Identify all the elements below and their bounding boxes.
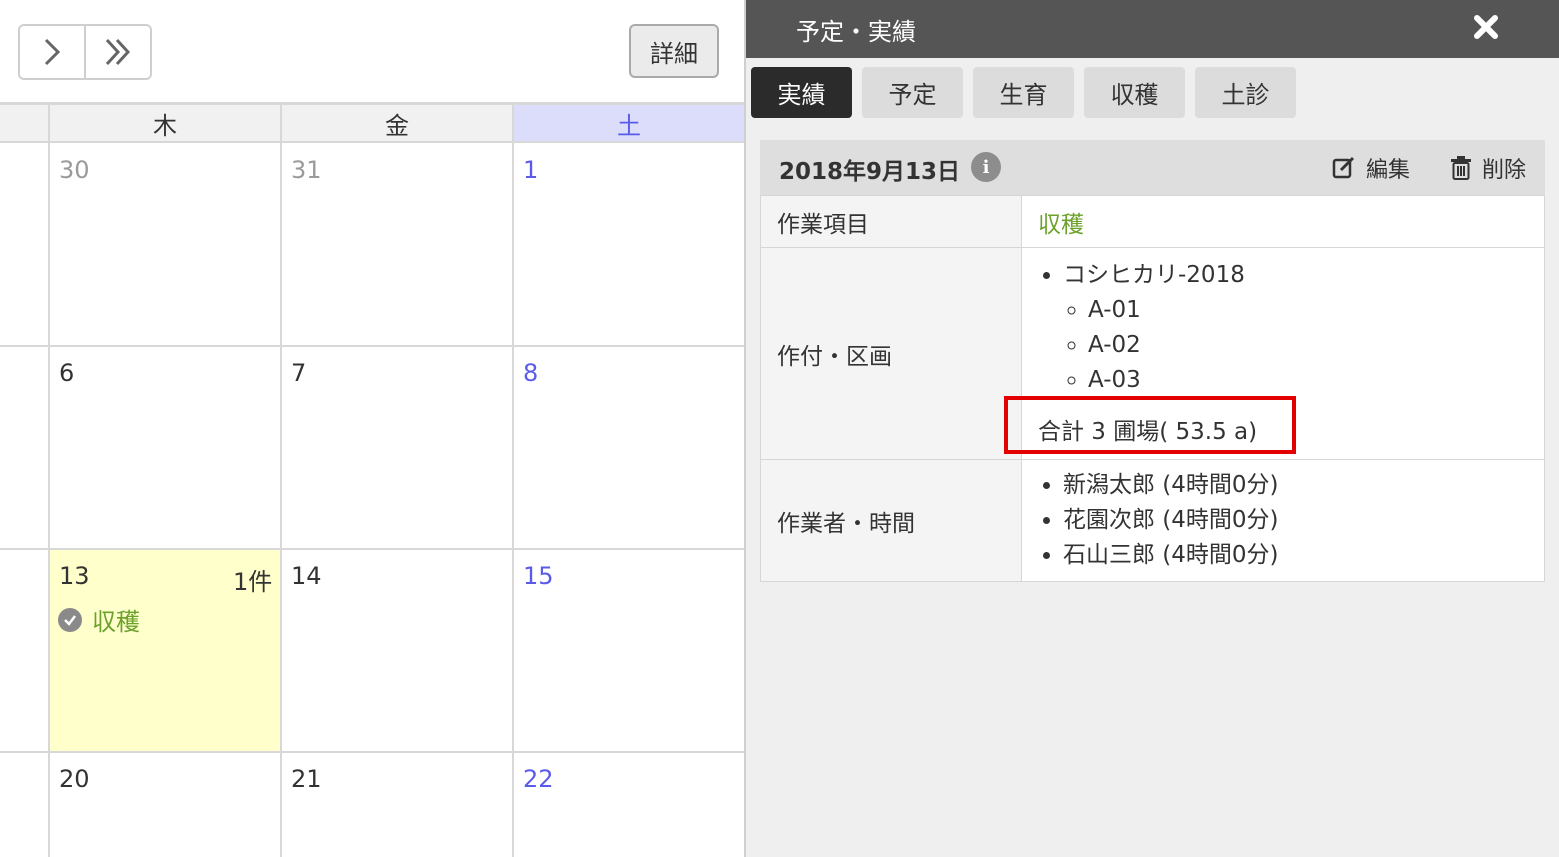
event-label: 収穫 — [92, 608, 140, 636]
delete-button[interactable]: 削除 — [1450, 152, 1526, 184]
grid-hline — [0, 751, 745, 753]
task-label: 作業項目 — [760, 195, 1022, 248]
crop-list: コシヒカリ-2018 A-01 A-02 A-03 — [1038, 258, 1543, 398]
day-number[interactable]: 20 — [59, 765, 90, 793]
tab-harvest[interactable]: 収穫 — [1084, 67, 1185, 118]
tab-soil[interactable]: 土診 — [1195, 67, 1296, 118]
next-button[interactable] — [20, 26, 84, 78]
crop-name: コシヒカリ-2018 — [1063, 262, 1245, 288]
calendar-event-harvest[interactable]: 収穫 — [58, 602, 140, 637]
panel-title: 予定・実績 — [796, 18, 916, 46]
day-number[interactable]: 15 — [523, 562, 554, 590]
worker-list: 新潟太郎 (4時間0分) 花園次郎 (4時間0分) 石山三郎 (4時間0分) — [1038, 468, 1543, 573]
workers-value-cell: 新潟太郎 (4時間0分) 花園次郎 (4時間0分) 石山三郎 (4時間0分) — [1021, 459, 1545, 582]
check-circle-icon — [58, 607, 82, 632]
day-number[interactable]: 7 — [291, 359, 306, 387]
list-item: コシヒカリ-2018 A-01 A-02 A-03 — [1063, 258, 1543, 398]
detail-panel: 予定・実績 実績 予定 生育 収穫 土診 2018年9月13日 i 編集 削除 … — [746, 0, 1559, 857]
table-row: 作業者・時間 新潟太郎 (4時間0分) 花園次郎 (4時間0分) 石山三郎 (4… — [760, 459, 1545, 582]
total-wrap: 合計 3 圃場( 53.5 a) — [1004, 396, 1543, 458]
calendar-pane: 詳細 木 金 土 30 31 1 6 7 8 13 1件 収穫 14 15 20… — [0, 0, 745, 857]
task-value-cell: 収穫 — [1021, 195, 1545, 248]
grid-vline — [512, 105, 514, 857]
day-number[interactable]: 8 — [523, 359, 538, 387]
trash-icon — [1451, 156, 1471, 180]
day-number[interactable]: 31 — [291, 156, 322, 184]
day-number[interactable]: 21 — [291, 765, 322, 793]
double-chevron-right-icon — [105, 38, 131, 66]
list-item: A-02 — [1088, 328, 1543, 363]
record-date: 2018年9月13日 — [779, 159, 961, 185]
tab-plan[interactable]: 予定 — [862, 67, 963, 118]
grid-hline — [0, 548, 745, 550]
weekday-header-sat: 土 — [514, 105, 744, 143]
table-row: 作付・区画 コシヒカリ-2018 A-01 A-02 A-03 合計 3 圃場(… — [760, 247, 1545, 460]
workers-label: 作業者・時間 — [760, 459, 1022, 582]
weekday-header-thu: 木 — [50, 105, 280, 143]
calendar-nav-group — [18, 24, 152, 80]
edit-icon — [1332, 156, 1355, 179]
tab-results[interactable]: 実績 — [751, 67, 852, 118]
chevron-right-icon — [44, 38, 61, 66]
weekday-header-partial — [0, 105, 49, 143]
day-number[interactable]: 14 — [291, 562, 322, 590]
info-icon[interactable]: i — [971, 152, 1001, 182]
close-button[interactable] — [1471, 12, 1501, 42]
grid-vline — [48, 105, 50, 857]
weekday-header-fri: 金 — [282, 105, 512, 143]
list-item: 花園次郎 (4時間0分) — [1063, 503, 1543, 538]
tab-growth[interactable]: 生育 — [973, 67, 1074, 118]
day-number[interactable]: 6 — [59, 359, 74, 387]
edit-button[interactable]: 編集 — [1332, 152, 1410, 184]
crop-value-cell: コシヒカリ-2018 A-01 A-02 A-03 合計 3 圃場( 53.5 … — [1004, 247, 1545, 460]
table-row: 作業項目 収穫 — [760, 195, 1545, 248]
crop-label: 作付・区画 — [760, 247, 1022, 460]
list-item: 新潟太郎 (4時間0分) — [1063, 468, 1543, 503]
list-item: 石山三郎 (4時間0分) — [1063, 538, 1543, 573]
day-number[interactable]: 30 — [59, 156, 90, 184]
day-number[interactable]: 22 — [523, 765, 554, 793]
day-number[interactable]: 1 — [523, 156, 538, 184]
detail-button[interactable]: 詳細 — [629, 24, 719, 78]
list-item: A-03 — [1088, 363, 1543, 398]
delete-label: 削除 — [1482, 158, 1527, 183]
panel-tabs: 実績 予定 生育 収穫 土診 — [751, 67, 1306, 118]
highlight-annotation-box — [1004, 396, 1296, 454]
grid-vline — [280, 105, 282, 857]
record-detail-table: 作業項目 収穫 作付・区画 コシヒカリ-2018 A-01 A-02 A-03 — [760, 195, 1545, 582]
edit-label: 編集 — [1366, 158, 1411, 183]
event-count: 1件 — [233, 568, 273, 596]
plot-list: A-01 A-02 A-03 — [1063, 293, 1543, 398]
fast-forward-button[interactable] — [84, 26, 150, 78]
grid-hline — [0, 345, 745, 347]
list-item: A-01 — [1088, 293, 1543, 328]
record-header: 2018年9月13日 i 編集 削除 — [760, 140, 1545, 195]
task-value[interactable]: 収穫 — [1038, 212, 1084, 238]
panel-header: 予定・実績 — [746, 0, 1559, 58]
day-number[interactable]: 13 — [59, 562, 90, 590]
close-icon — [1474, 15, 1498, 39]
